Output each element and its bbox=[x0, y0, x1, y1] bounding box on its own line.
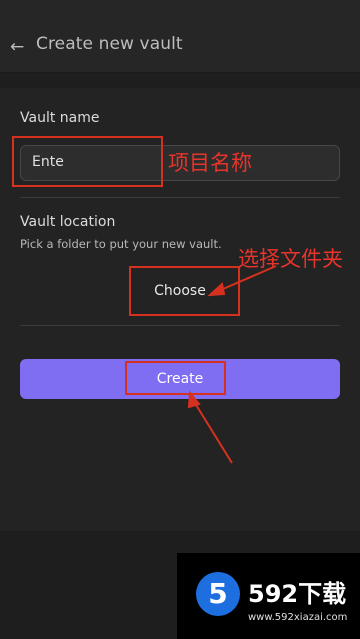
annotation-arrows bbox=[187, 265, 277, 464]
watermark-brand: 592下载 bbox=[248, 580, 347, 608]
watermark-logo: 5 bbox=[196, 572, 240, 616]
watermark-url: www.592xiazai.com bbox=[248, 612, 348, 623]
